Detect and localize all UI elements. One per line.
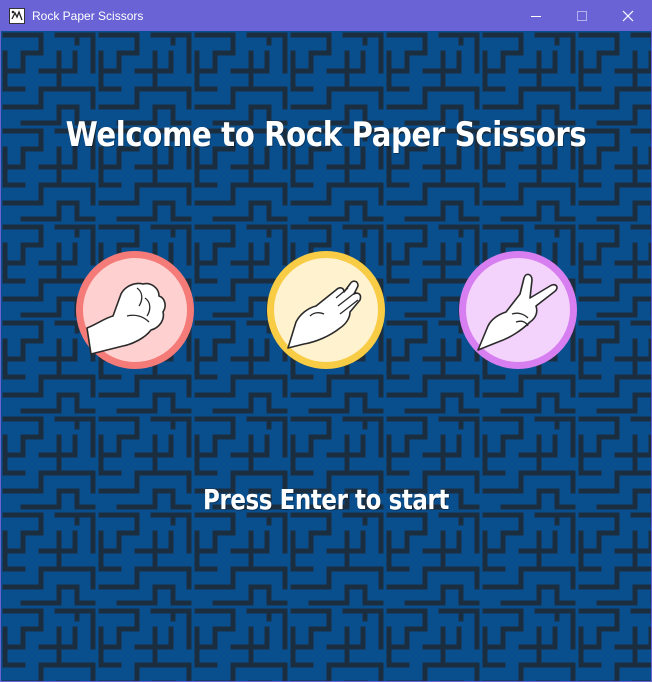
title-bar[interactable]: Rock Paper Scissors	[1, 1, 651, 31]
welcome-title: Welcome to Rock Paper Scissors	[65, 115, 587, 155]
start-prompt: Press Enter to start	[203, 483, 449, 516]
close-button[interactable]	[605, 1, 651, 31]
minimize-button[interactable]	[513, 1, 559, 31]
close-icon	[622, 10, 634, 22]
maximize-icon	[577, 11, 587, 21]
maximize-button[interactable]	[559, 1, 605, 31]
window-title: Rock Paper Scissors	[32, 9, 144, 23]
scissors-choice[interactable]	[459, 251, 577, 369]
app-icon	[9, 8, 25, 24]
app-window: Rock Paper Scissors Welcome to Rock Pape…	[0, 0, 652, 682]
fist-hand-icon	[86, 282, 166, 355]
paper-choice[interactable]	[267, 251, 385, 369]
rock-choice[interactable]	[76, 251, 194, 369]
peace-hand-icon	[477, 273, 558, 351]
game-canvas[interactable]: Welcome to Rock Paper Scissors Press Ent…	[1, 31, 651, 681]
minimize-icon	[531, 16, 541, 17]
open-hand-icon	[287, 280, 362, 349]
